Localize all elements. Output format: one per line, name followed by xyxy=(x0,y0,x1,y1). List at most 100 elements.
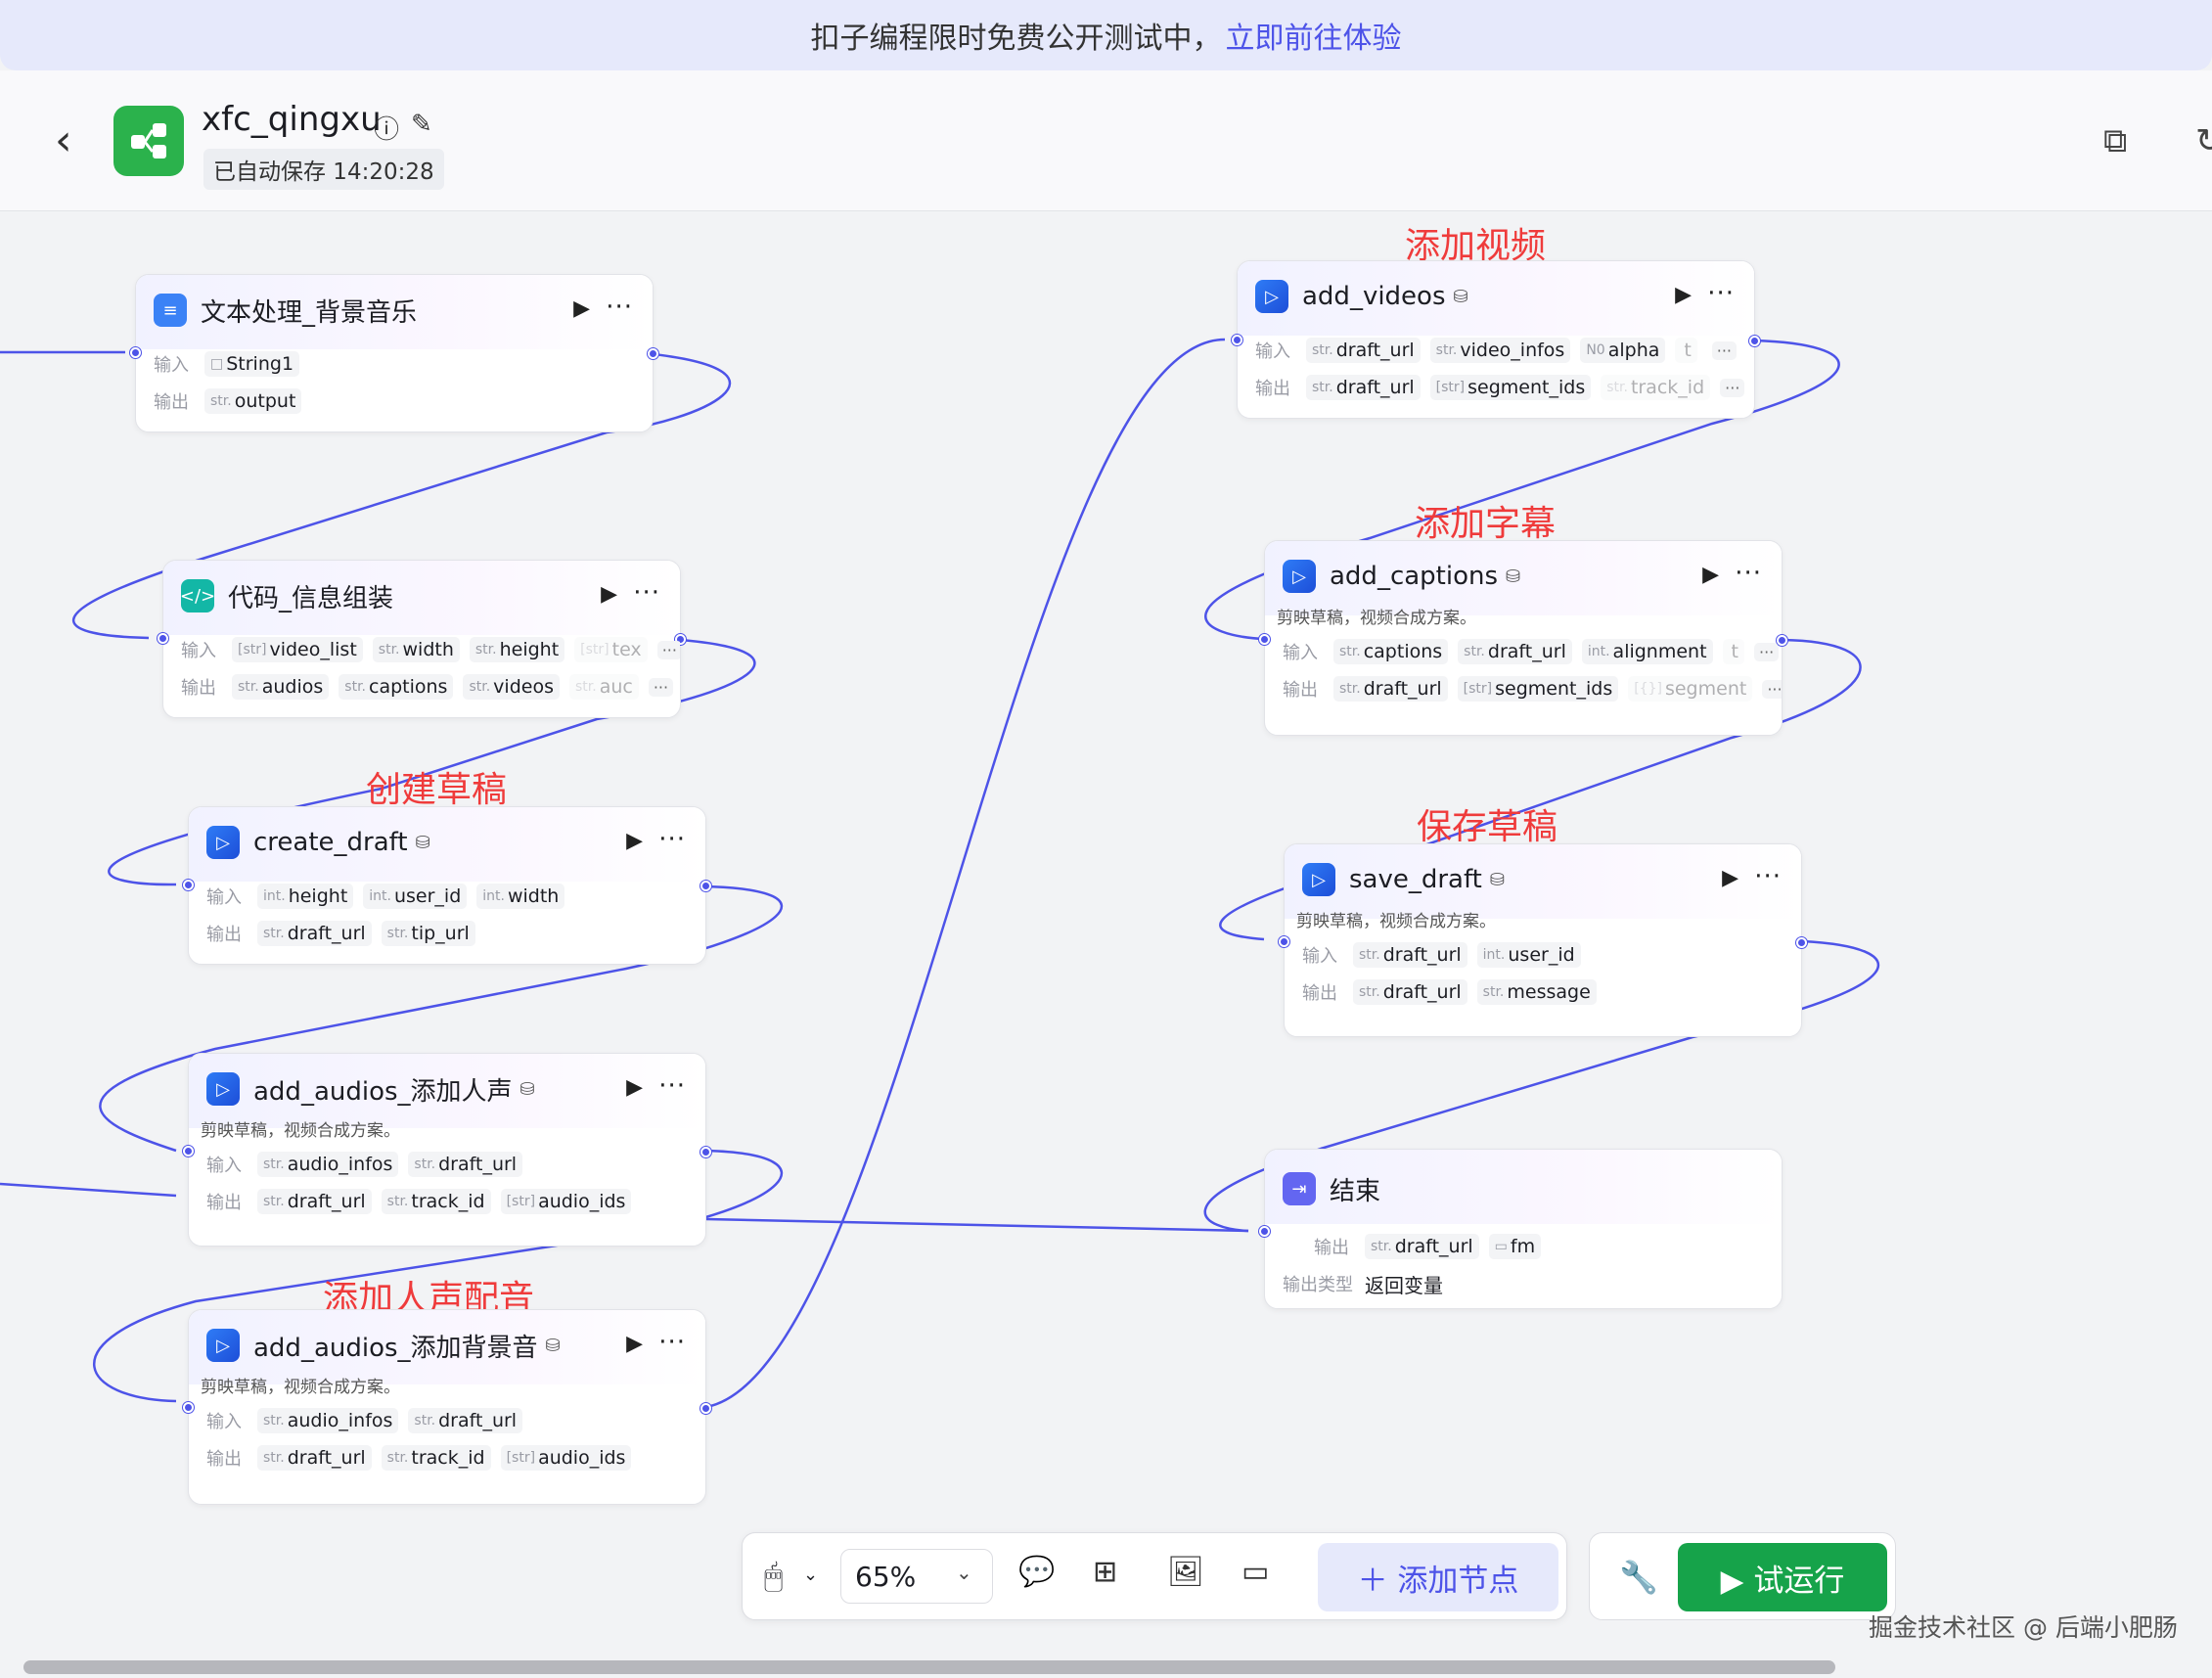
output-type-value: 返回变量 xyxy=(1365,1273,1443,1297)
node-add-audios-voice[interactable]: ▷ add_audios_添加人声 ⛁ ▶ ··· 剪映草稿，视频合成方案。 输入 s… xyxy=(188,1053,706,1247)
output-label: 输出 xyxy=(181,678,216,699)
param-tag: str. draft_url xyxy=(1306,338,1421,363)
input-label: 输入 xyxy=(1283,643,1318,663)
input-label: 输入 xyxy=(206,1156,242,1176)
plugin-icon: ▷ xyxy=(1302,863,1335,896)
node-title: save_draft xyxy=(1349,865,1482,894)
layout-grid-icon[interactable]: ⊞ xyxy=(1093,1555,1117,1589)
param-tag: str. draft_url xyxy=(257,1189,372,1214)
param-tag: t xyxy=(1722,639,1744,664)
node-title: 结束 xyxy=(1330,1176,1381,1206)
output-label: 输出 xyxy=(1302,983,1337,1004)
chevron-down-icon[interactable]: ⌄ xyxy=(956,1561,972,1584)
node-add-audios-bgm[interactable]: ▷ add_audios_添加背景音 ⛁ ▶ ··· 剪映草稿，视频合成方案。 输入 … xyxy=(188,1309,706,1505)
plugin-icon: ▷ xyxy=(206,1072,240,1106)
node-title: 代码_信息组装 xyxy=(228,583,394,613)
param-tag: str. draft_url xyxy=(408,1408,523,1433)
input-label: 输入 xyxy=(206,1412,242,1432)
plugin-badge-icon: ⛁ xyxy=(1489,869,1505,890)
minimap-icon[interactable]: ▭ xyxy=(1241,1555,1269,1589)
plugin-badge-icon: ⛁ xyxy=(415,832,430,853)
node-end[interactable]: ⇥ 结束 输出 str. draft_url ▭ fm 输出类型 返回变量 xyxy=(1264,1149,1783,1309)
param-tag: str. draft_url xyxy=(1353,942,1467,968)
param-tag: t xyxy=(1675,338,1697,363)
param-tag: str. draft_url xyxy=(408,1152,523,1177)
param-tag: str. draft_url xyxy=(1458,639,1572,664)
expand-params-button[interactable]: ··· xyxy=(648,677,674,697)
node-create-draft[interactable]: ▷ create_draft ⛁ ▶ ··· 输入 int. height int. us… xyxy=(188,806,706,965)
annotation-create-draft: 创建草稿 xyxy=(366,770,508,810)
node-title: add_audios_添加背景音 xyxy=(253,1333,538,1363)
input-label: 输入 xyxy=(154,355,189,376)
param-tag: [str] audio_ids xyxy=(500,1189,632,1214)
param-tag: int. user_id xyxy=(363,884,468,909)
node-description: 剪映草稿，视频合成方案。 xyxy=(1296,912,1496,931)
image-icon[interactable]: 🖼 xyxy=(1167,1555,1204,1589)
param-tag: str. audio_infos xyxy=(257,1408,399,1433)
param-tag: str. captions xyxy=(339,674,454,700)
plugin-icon: ▷ xyxy=(206,826,240,859)
param-tag: str. track_id xyxy=(381,1189,491,1214)
node-code-info-assembly[interactable]: </> 代码_信息组装 ▶ ··· 输入 [str] video_list str. w… xyxy=(162,560,681,718)
node-add-captions[interactable]: ▷ add_captions ⛁ ▶ ··· 剪映草稿，视频合成方案。 输入 str.… xyxy=(1264,540,1783,736)
test-run-button[interactable]: ▶ 试运行 xyxy=(1678,1543,1887,1611)
add-node-button[interactable]: ＋ 添加节点 xyxy=(1318,1543,1558,1611)
output-label: 输出 xyxy=(154,392,189,413)
output-label: 输出 xyxy=(206,925,242,945)
param-tag: str. track_id xyxy=(381,1445,491,1471)
annotation-add-captions: 添加字幕 xyxy=(1415,504,1557,544)
node-description: 剪映草稿，视频合成方案。 xyxy=(201,1121,400,1141)
param-tag: str. draft_url xyxy=(257,921,372,946)
param-tag: [{}] segment xyxy=(1628,676,1753,702)
output-label: 输出 xyxy=(206,1193,242,1213)
expand-params-button[interactable]: ··· xyxy=(656,640,680,659)
param-tag: str. width xyxy=(372,637,460,662)
output-label: 输出 xyxy=(206,1449,242,1470)
node-description: 剪映草稿，视频合成方案。 xyxy=(201,1378,400,1397)
plugin-badge-icon: ⛁ xyxy=(545,1335,561,1356)
input-label: 输入 xyxy=(181,641,216,661)
param-tag: int. width xyxy=(476,884,565,909)
param-tag: str. draft_url xyxy=(1353,979,1467,1005)
param-tag: str. auc xyxy=(568,674,639,700)
input-label: 输入 xyxy=(206,887,242,908)
param-tag: □ String1 xyxy=(204,351,300,377)
code-icon: </> xyxy=(180,579,215,612)
comment-icon[interactable]: 💬 xyxy=(1018,1555,1055,1589)
chevron-down-icon[interactable]: ⌄ xyxy=(803,1565,818,1585)
node-save-draft[interactable]: ▷ save_draft ⛁ ▶ ··· 剪映草稿，视频合成方案。 输入 str. dr… xyxy=(1284,843,1802,1037)
horizontal-scrollbar[interactable] xyxy=(23,1660,1835,1674)
expand-params-button[interactable]: ··· xyxy=(1711,340,1737,360)
plugin-icon: ▷ xyxy=(1255,280,1288,313)
wrench-icon[interactable]: 🔧 xyxy=(1619,1559,1658,1596)
zoom-value: 65% xyxy=(855,1560,917,1593)
node-title: create_draft xyxy=(253,828,408,857)
output-label: 输出 xyxy=(1314,1238,1349,1258)
param-tag: str. audio_infos xyxy=(257,1152,399,1177)
expand-params-button[interactable]: ··· xyxy=(1762,679,1782,699)
param-tag: str. draft_url xyxy=(257,1445,372,1471)
node-text-process-bgm[interactable]: ≡ 文本处理_背景音乐 ▶ ··· 输入 □ String1 输出 str. outpu… xyxy=(135,274,654,432)
node-title: 文本处理_背景音乐 xyxy=(201,297,418,328)
param-tag: [str] tex xyxy=(574,637,648,662)
output-type-label: 输出类型 xyxy=(1283,1275,1353,1295)
watermark: 掘金技术社区 @ 后端小肥肠 xyxy=(1869,1613,2178,1642)
expand-params-button[interactable]: ··· xyxy=(1754,642,1780,661)
param-tag: str. height xyxy=(469,637,565,662)
param-tag: str. track_id xyxy=(1601,375,1711,400)
node-add-videos[interactable]: ▷ add_videos ⛁ ▶ ··· 输入 str. draft_url str. v… xyxy=(1237,260,1755,419)
input-label: 输入 xyxy=(1302,946,1337,967)
plugin-icon: ▷ xyxy=(1283,560,1316,593)
param-tag: int. height xyxy=(257,884,354,909)
param-tag: N0 alpha xyxy=(1580,338,1666,363)
mouse-mode-icon[interactable]: 🖱 xyxy=(764,1557,783,1595)
canvas-toolbar: 🖱 ⌄ 65% ⌄ 💬 ⊞ 🖼 ▭ ＋ 添加节点 xyxy=(742,1532,1567,1620)
param-tag: int. user_id xyxy=(1476,942,1581,968)
expand-params-button[interactable]: ··· xyxy=(1720,378,1745,397)
param-tag: str. output xyxy=(204,388,302,414)
param-tag: str. message xyxy=(1476,979,1597,1005)
output-label: 输出 xyxy=(1283,680,1318,701)
param-tag: [str] audio_ids xyxy=(500,1445,632,1471)
annotation-save-draft: 保存草稿 xyxy=(1417,807,1558,847)
param-tag: str. captions xyxy=(1333,639,1449,664)
